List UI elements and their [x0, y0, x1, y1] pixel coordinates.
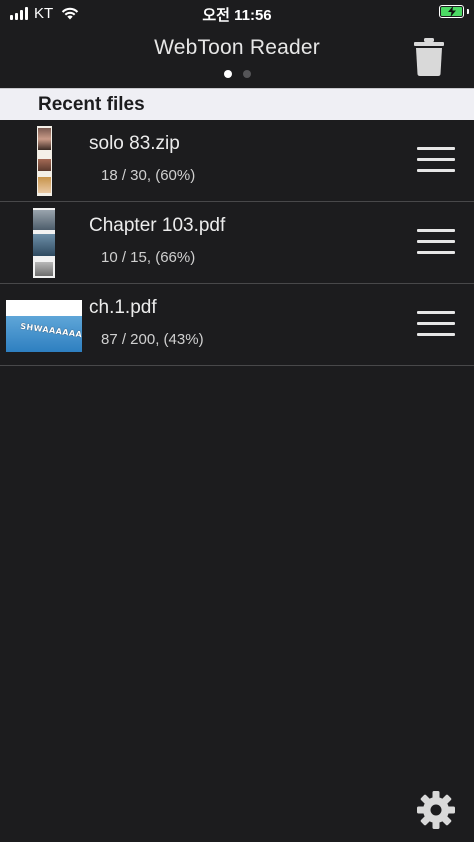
recent-files-header: Recent files	[0, 88, 474, 120]
page-dot-1[interactable]	[223, 70, 232, 78]
file-thumbnail	[33, 208, 55, 278]
file-row-chapter-103[interactable]: Chapter 103.pdf 10 / 15, (66%)	[0, 202, 474, 284]
status-time: 오전 11:56	[202, 7, 272, 24]
app-title: WebToon Reader	[154, 36, 320, 59]
reorder-handle-icon[interactable]	[417, 229, 455, 257]
reorder-handle-icon[interactable]	[417, 311, 455, 339]
file-name: Chapter 103.pdf	[89, 215, 226, 236]
file-row-ch-1[interactable]: SHWAAAAAA ch.1.pdf 87 / 200, (43%)	[0, 284, 474, 366]
page-dot-2[interactable]	[242, 70, 251, 78]
page-indicator[interactable]	[0, 70, 474, 78]
status-bar: KT 오전 11:56	[0, 0, 474, 26]
battery-cap	[467, 9, 469, 14]
battery-charging-icon	[439, 5, 464, 18]
file-name: ch.1.pdf	[89, 297, 157, 318]
section-title: Recent files	[38, 94, 145, 115]
file-progress: 10 / 15, (66%)	[101, 249, 196, 266]
file-thumbnail	[37, 126, 52, 196]
file-row-solo-83[interactable]: solo 83.zip 18 / 30, (60%)	[0, 120, 474, 202]
file-progress: 18 / 30, (60%)	[101, 167, 196, 184]
file-thumbnail: SHWAAAAAA	[6, 300, 82, 352]
gear-icon[interactable]	[416, 790, 456, 830]
file-name: solo 83.zip	[89, 133, 180, 154]
recent-files-list: solo 83.zip 18 / 30, (60%) Chapter 103.p…	[0, 120, 474, 366]
file-progress: 87 / 200, (43%)	[101, 331, 204, 348]
reorder-handle-icon[interactable]	[417, 147, 455, 175]
